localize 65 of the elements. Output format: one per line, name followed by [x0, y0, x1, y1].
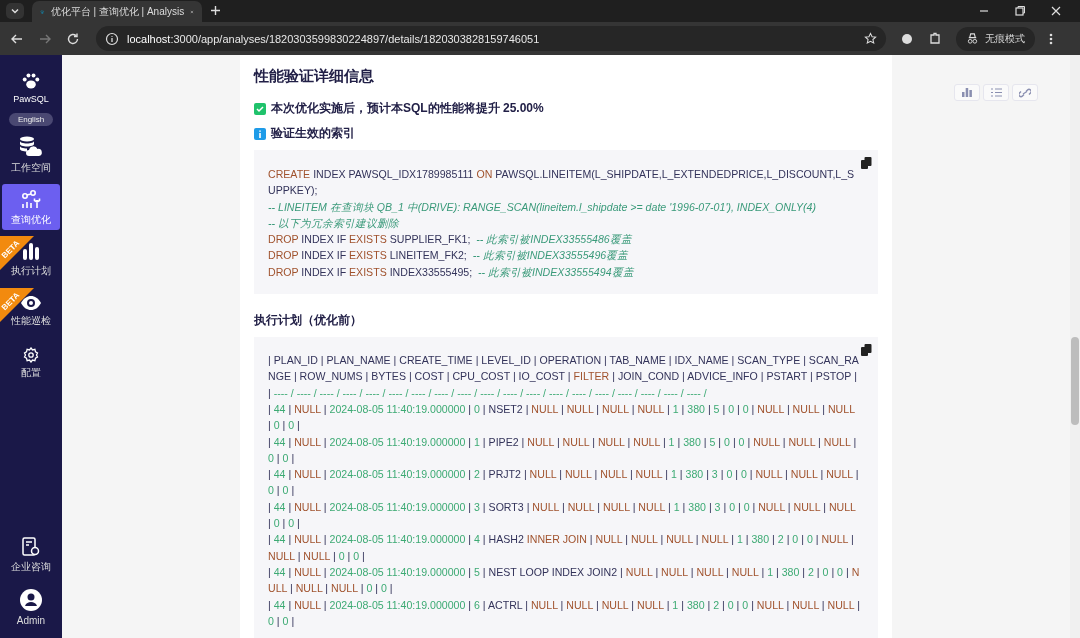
nav-item[interactable]: 配置 — [2, 340, 60, 386]
nav-label: 配置 — [21, 365, 41, 380]
code-line: | 44 | NULL | 2024-08-05 11:40:19.000000 | 2 | PRJT2 | NULL | NULL | NULL | NULL | 1 | 380 | 3 | 0 | 0 | NULL | NULL | NULL | 0 | 0 | — [268, 467, 860, 499]
bar-chart-icon — [962, 88, 972, 97]
star-icon[interactable] — [864, 32, 877, 45]
nav-label: 工作空间 — [11, 160, 51, 175]
checkbox-checked-icon — [254, 102, 266, 115]
code-line: | 44 | NULL | 2024-08-05 11:40:19.000000 | 6 | ACTRL | NULL | NULL | NULL | NULL | 1 | 380 | 2 | 0 | 0 | NULL | NULL | NULL | 0 | 0 | — [268, 597, 860, 629]
user-avatar-icon — [19, 588, 43, 612]
brand-name: PawSQL — [13, 94, 49, 104]
code-line: | 44 | NULL | 2024-08-05 11:40:19.000000 | 0 | NSET2 | NULL | NULL | NULL | NULL | 1 | 380 | 5 | 0 | 0 | NULL | NULL | NULL | 0 | 0 | — [268, 401, 856, 434]
code-line: | 44 | NULL | 2024-08-05 11:40:19.000000 | 3 | SORT3 | NULL | NULL | NULL | NULL | 1 | 380 | 3 | 0 | 0 | NULL | NULL | NULL | 0 | 0 | — [268, 499, 857, 532]
language-button[interactable]: English — [8, 113, 54, 126]
database-cloud-icon — [19, 135, 43, 158]
tab-list-button[interactable] — [6, 3, 24, 19]
link-button[interactable] — [1012, 84, 1038, 101]
section-title: 性能验证详细信息 — [254, 67, 375, 86]
code-line: CREATE INDEX PAWSQL_IDX1789985111 ON PAWSQL.LINEITEM(L_SHIPDATE,L_EXTENDEDPRICE,L_DISCOUNT,L_SUPPKEY); — [268, 167, 856, 199]
close-icon[interactable] — [1050, 5, 1062, 17]
copy-icon[interactable] — [861, 344, 872, 357]
restore-icon[interactable] — [1014, 5, 1026, 17]
list-icon — [990, 88, 1002, 97]
notice-text: 本次优化实施后，预计本SQL的性能将提升 25.00% — [271, 100, 544, 117]
bar-chart-icon — [21, 240, 41, 261]
nav-item[interactable]: 查询优化 — [2, 184, 60, 230]
section-subtitle: 执行计划（优化前） — [254, 312, 363, 330]
scrollbar[interactable] — [1070, 55, 1080, 638]
code-line: DROP INDEX IF EXISTS INDEX33555495; -- 此索引被INDEX33555494覆盖 — [268, 264, 635, 280]
code-line: -- 以下为冗余索引建议删除 — [268, 215, 400, 231]
code-line: | 44 | NULL | 2024-08-05 11:40:19.000000 | 4 | HASH2 INNER JOIN | NULL | NULL | NULL | NULL | 1 | 380 | 2 | 0 | 0 | NULL | NULL | NULL | 0 | 0 | — [268, 532, 855, 564]
browser-tab[interactable]: 优化平台 | 查询优化 | Analysis — [32, 1, 202, 22]
nav-item[interactable]: 工作空间 — [2, 132, 60, 178]
nav-label: 企业咨询 — [11, 559, 51, 574]
code-line: | PLAN_ID | PLAN_NAME | CREATE_TIME | LEVEL_ID | OPERATION | TAB_NAME | IDX_NAME | SCAN_TYPE | SCAN_RANGE | ROW_NUMS | BYTES | COST | CPU_COST | IO_COST | FILTER | JOIN_COND | ADVICE_INFO | PSTART | PSTOP | — [268, 353, 860, 385]
nav-label: Admin — [16, 615, 46, 626]
extension-icon[interactable] — [900, 31, 914, 46]
notice-text: 验证生效的索引 — [271, 125, 355, 142]
code-line: DROP INDEX IF EXISTS LINEITEM_FK2; -- 此索引被INDEX33555496覆盖 — [268, 248, 630, 264]
nav-label: 查询优化 — [11, 212, 51, 227]
code-line: -- LINEITEM 在查询块 QB_1 中(DRIVE): RANGE_SCAN(lineitem.l_shipdate >= date '1996-07-01'), INDEX_ONLY(4) — [268, 199, 817, 215]
code-line: | 44 | NULL | 2024-08-05 11:40:19.000000 | 1 | PIPE2 | NULL | NULL | NULL | NULL | 1 | 380 | 5 | 0 | 0 | NULL | NULL | NULL | 0 | 0 | — [268, 434, 858, 466]
incognito-icon — [966, 32, 979, 45]
address-bar[interactable]: localhost:3000/app/analyses/1820303599830224897/details/1820303828159746051 — [96, 26, 886, 51]
chevron-down-icon — [10, 6, 20, 16]
info-icon[interactable] — [105, 31, 119, 46]
nav-item[interactable]: 企业咨询 — [2, 532, 60, 578]
more-icon[interactable] — [1049, 31, 1053, 46]
copy-icon[interactable] — [861, 157, 872, 169]
reload-icon[interactable] — [66, 31, 80, 46]
settings-icon — [23, 346, 39, 363]
code-line: | ---- / ---- / ---- / ---- / ---- / ---- / ---- / ---- / ---- / ---- / ---- / ---- / ---- / ---- / ---- / ---- / ---- / ---- / ---- / — [268, 385, 708, 401]
chart-view-button[interactable] — [954, 84, 980, 101]
code-line: DROP INDEX IF EXISTS SUPPLIER_FK1; -- 此索引被INDEX33555486覆盖 — [268, 232, 633, 248]
eye-icon — [20, 294, 42, 311]
document-coin-icon — [22, 536, 40, 557]
url-text: localhost:3000/app/analyses/1820303599830224897/details/1820303828159746051 — [127, 32, 540, 45]
tools-chart-icon — [19, 187, 43, 210]
incognito-button[interactable]: 无痕模式 — [956, 26, 1035, 51]
tab-title: 优化平台 | 查询优化 | Analysis — [50, 4, 185, 19]
info-icon — [254, 127, 266, 140]
code-line: | 44 | NULL | 2024-08-05 11:40:19.000000 | 5 | NEST LOOP INDEX JOIN2 | NULL | NULL | NULL | NULL | 1 | 380 | 2 | 0 | 0 | NULL | NULL | NULL | 0 | 0 | — [268, 564, 860, 597]
nav-item[interactable]: Admin — [2, 584, 60, 630]
link-icon — [1019, 87, 1031, 98]
new-tab-icon[interactable] — [210, 5, 221, 16]
paw-logo-icon — [22, 72, 40, 90]
